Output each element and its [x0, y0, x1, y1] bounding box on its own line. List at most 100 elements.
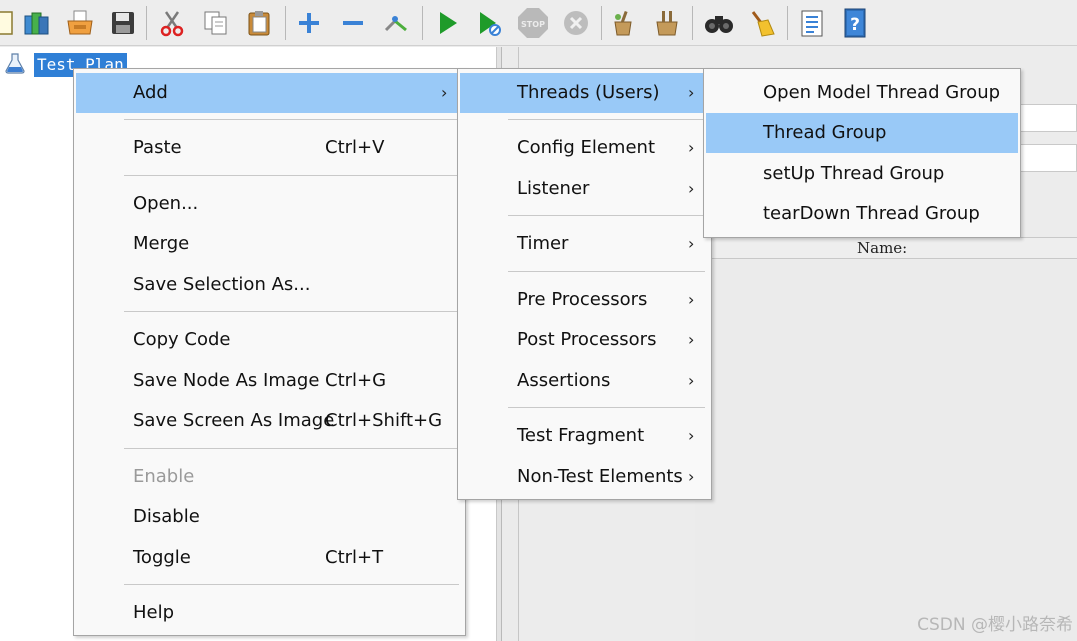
- chevron-right-icon: ›: [688, 83, 695, 102]
- name-column-header: Name:: [857, 239, 908, 257]
- menu-item-add[interactable]: Add ›: [76, 73, 463, 113]
- menu-item-help[interactable]: Help: [76, 593, 463, 633]
- menu-item-label: Config Element: [517, 137, 655, 158]
- toggle-icon[interactable]: [379, 5, 413, 41]
- chevron-right-icon: ›: [688, 467, 695, 486]
- chevron-right-icon: ›: [688, 234, 695, 253]
- user-variables-table[interactable]: [695, 260, 1077, 641]
- submenu-item-thread-group[interactable]: Thread Group: [706, 113, 1018, 153]
- submenu-item-open-model-thread-group[interactable]: Open Model Thread Group: [706, 73, 1018, 113]
- menu-item-label: Post Processors: [517, 329, 657, 350]
- toolbar-separator: [692, 6, 693, 40]
- threads-submenu: Open Model Thread Group Thread Group set…: [703, 68, 1021, 238]
- menu-item-label: Help: [133, 602, 175, 623]
- menu-separator: [508, 271, 705, 272]
- menu-item-label: Thread Group: [763, 122, 887, 143]
- menu-item-shortcut: Ctrl+T: [325, 547, 384, 568]
- menu-item-save-node-as-image[interactable]: Save Node As Image Ctrl+G: [76, 361, 463, 401]
- toolbar-separator: [285, 6, 286, 40]
- menu-item-label: Copy Code: [133, 329, 231, 350]
- chevron-right-icon: ›: [688, 290, 695, 309]
- submenu-item-listener[interactable]: Listener ›: [460, 169, 709, 209]
- menu-item-label: Timer: [517, 233, 569, 254]
- menu-item-shortcut: Ctrl+Shift+G: [325, 410, 443, 431]
- context-menu: Add › Paste Ctrl+V Open... Merge Save Se…: [73, 68, 466, 636]
- save-icon[interactable]: [106, 5, 140, 41]
- submenu-item-non-test-elements[interactable]: Non-Test Elements ›: [460, 457, 709, 497]
- menu-separator: [124, 311, 459, 312]
- search-icon[interactable]: [702, 5, 736, 41]
- new-file-icon[interactable]: [0, 5, 20, 41]
- chevron-right-icon: ›: [688, 426, 695, 445]
- submenu-item-setup-thread-group[interactable]: setUp Thread Group: [706, 154, 1018, 194]
- menu-separator: [508, 119, 705, 120]
- menu-item-disable[interactable]: Disable: [76, 497, 463, 537]
- menu-item-shortcut: Ctrl+G: [325, 370, 387, 391]
- chevron-right-icon: ›: [688, 179, 695, 198]
- menu-item-label: Listener: [517, 178, 590, 199]
- open-icon[interactable]: [63, 5, 97, 41]
- menu-item-copy-code[interactable]: Copy Code: [76, 320, 463, 360]
- menu-item-paste[interactable]: Paste Ctrl+V: [76, 128, 463, 168]
- cut-icon[interactable]: [155, 5, 189, 41]
- stop-icon[interactable]: STOP: [516, 5, 550, 41]
- menu-item-label: Open Model Thread Group: [763, 82, 1001, 103]
- reset-search-icon[interactable]: [745, 5, 779, 41]
- start-no-pauses-icon[interactable]: [472, 5, 506, 41]
- submenu-item-teardown-thread-group[interactable]: tearDown Thread Group: [706, 194, 1018, 234]
- svg-text:?: ?: [850, 15, 860, 35]
- chevron-right-icon: ›: [688, 330, 695, 349]
- menu-item-open[interactable]: Open...: [76, 184, 463, 224]
- menu-item-label: Open...: [133, 193, 199, 214]
- menu-item-label: Add: [133, 82, 168, 103]
- toolbar: STOP ?: [0, 0, 1077, 46]
- menu-item-label: setUp Thread Group: [763, 163, 945, 184]
- menu-separator: [124, 119, 459, 120]
- test-plan-flask-icon: [4, 52, 26, 79]
- menu-item-label: Threads (Users): [517, 82, 660, 103]
- menu-separator: [124, 175, 459, 176]
- menu-separator: [508, 215, 705, 216]
- clear-all-icon[interactable]: [650, 5, 684, 41]
- collapse-icon[interactable]: [336, 5, 370, 41]
- submenu-item-post-processors[interactable]: Post Processors ›: [460, 320, 709, 360]
- submenu-item-timer[interactable]: Timer ›: [460, 224, 709, 264]
- submenu-item-test-fragment[interactable]: Test Fragment ›: [460, 416, 709, 456]
- submenu-item-pre-processors[interactable]: Pre Processors ›: [460, 280, 709, 320]
- menu-item-label: Paste: [133, 137, 182, 158]
- menu-item-label: tearDown Thread Group: [763, 203, 980, 224]
- menu-item-label: Save Screen As Image: [133, 410, 335, 431]
- menu-item-enable: Enable: [76, 457, 463, 497]
- menu-item-label: Merge: [133, 233, 190, 254]
- menu-item-label: Pre Processors: [517, 289, 648, 310]
- menu-separator: [124, 448, 459, 449]
- chevron-right-icon: ›: [441, 83, 448, 102]
- menu-item-label: Save Selection As...: [133, 274, 311, 295]
- menu-item-label: Test Fragment: [517, 425, 645, 446]
- menu-item-label: Toggle: [133, 547, 191, 568]
- menu-item-save-screen-as-image[interactable]: Save Screen As Image Ctrl+Shift+G: [76, 401, 463, 441]
- watermark: CSDN @樱小路奈希: [917, 615, 1073, 635]
- templates-icon[interactable]: [20, 5, 54, 41]
- expand-icon[interactable]: [292, 5, 326, 41]
- menu-item-merge[interactable]: Merge: [76, 224, 463, 264]
- submenu-item-config-element[interactable]: Config Element ›: [460, 128, 709, 168]
- menu-item-label: Disable: [133, 506, 200, 527]
- menu-separator: [508, 407, 705, 408]
- clear-icon[interactable]: [607, 5, 641, 41]
- copy-icon[interactable]: [199, 5, 233, 41]
- submenu-item-threads-users[interactable]: Threads (Users) ›: [460, 73, 709, 113]
- menu-item-save-selection-as[interactable]: Save Selection As...: [76, 265, 463, 305]
- chevron-right-icon: ›: [688, 138, 695, 157]
- shutdown-icon[interactable]: [559, 5, 593, 41]
- start-icon[interactable]: [430, 5, 464, 41]
- function-helper-icon[interactable]: [795, 5, 829, 41]
- menu-item-shortcut: Ctrl+V: [325, 137, 385, 158]
- submenu-item-assertions[interactable]: Assertions ›: [460, 361, 709, 401]
- paste-icon[interactable]: [242, 5, 276, 41]
- menu-item-toggle[interactable]: Toggle Ctrl+T: [76, 538, 463, 578]
- menu-separator: [124, 584, 459, 585]
- add-submenu: Threads (Users) › Config Element › Liste…: [457, 68, 712, 500]
- help-icon[interactable]: ?: [838, 5, 872, 41]
- toolbar-separator: [422, 6, 423, 40]
